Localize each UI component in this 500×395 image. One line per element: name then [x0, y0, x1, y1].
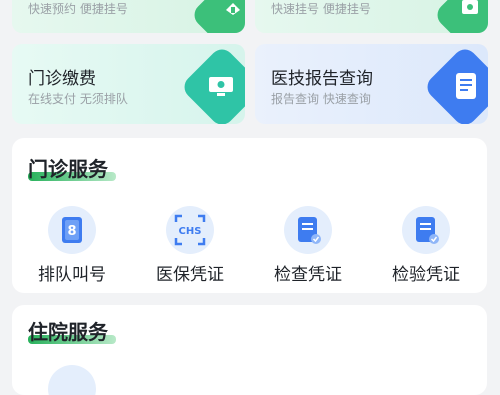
- queue-number-icon: 8: [48, 206, 96, 254]
- chs-insurance-icon: CHS: [166, 206, 214, 254]
- appointment-icon: [222, 0, 244, 19]
- lab-voucher-icon: [402, 206, 450, 254]
- report-query-title: 医技报告查询: [271, 69, 373, 89]
- service-lab-voucher[interactable]: 检验凭证: [376, 206, 476, 285]
- service-exam-voucher[interactable]: 检查凭证: [258, 206, 358, 285]
- service-label: 排队叫号: [38, 265, 106, 285]
- report-query-subtitle: 报告查询 快速查询: [271, 92, 371, 106]
- payment-monitor-icon: [208, 76, 234, 102]
- service-insurance-voucher[interactable]: CHS 医保凭证: [140, 206, 240, 285]
- report-document-icon: [455, 72, 477, 104]
- outpatient-payment-subtitle: 在线支付 无须排队: [28, 92, 128, 106]
- svg-text:CHS: CHS: [179, 226, 202, 237]
- service-label: 检验凭证: [392, 265, 460, 285]
- outpatient-services-section: 门诊服务 8 排队叫号 CHS 医保凭证 检查凭证 检验凭证: [12, 138, 487, 293]
- registration-card[interactable]: 快速挂号 便捷挂号: [255, 0, 488, 33]
- registration-card-subtitle: 快速挂号 便捷挂号: [271, 2, 371, 16]
- outpatient-services-title: 门诊服务: [28, 157, 108, 181]
- appointment-card[interactable]: 快速预约 便捷挂号: [12, 0, 245, 33]
- outpatient-payment-card[interactable]: 门诊缴费 在线支付 无须排队: [12, 44, 245, 124]
- inpatient-services-section: 住院服务: [12, 305, 487, 395]
- report-query-card[interactable]: 医技报告查询 报告查询 快速查询: [255, 44, 488, 124]
- inpatient-service-icon[interactable]: [48, 365, 96, 395]
- appointment-card-subtitle: 快速预约 便捷挂号: [28, 2, 128, 16]
- service-label: 医保凭证: [156, 265, 224, 285]
- svg-text:8: 8: [67, 224, 76, 239]
- outpatient-payment-title: 门诊缴费: [28, 69, 96, 89]
- service-label: 检查凭证: [274, 265, 342, 285]
- registration-icon: [459, 0, 483, 20]
- exam-voucher-icon: [284, 206, 332, 254]
- service-queue-calling[interactable]: 8 排队叫号: [22, 206, 122, 285]
- inpatient-services-title: 住院服务: [28, 320, 108, 344]
